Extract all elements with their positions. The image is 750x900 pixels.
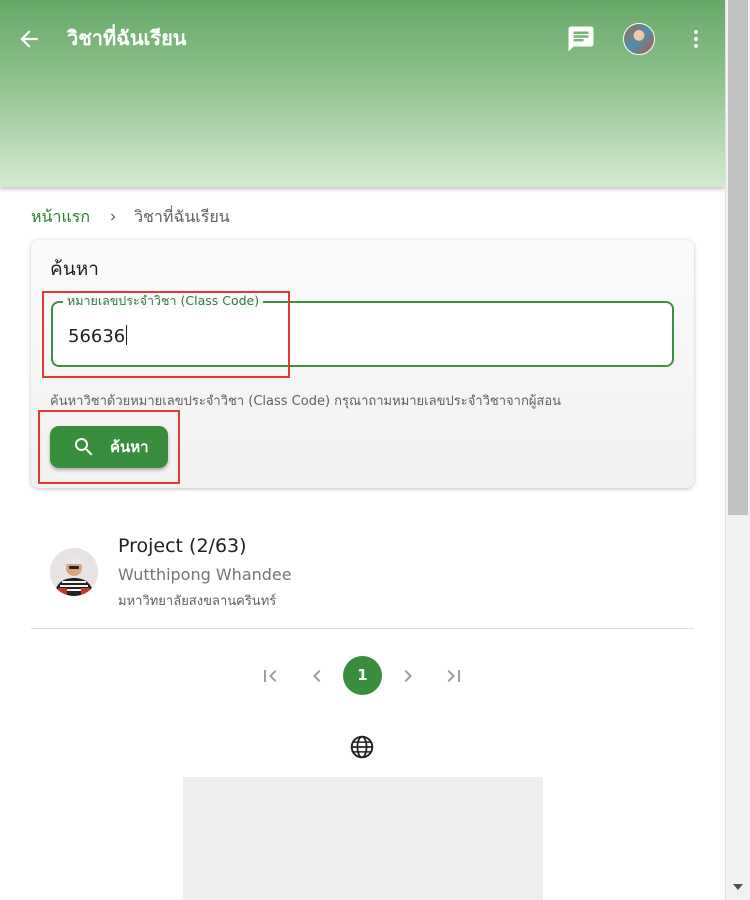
breadcrumb-current: วิชาที่ฉันเรียน bbox=[134, 207, 230, 226]
course-name: Project (2/63) bbox=[118, 535, 247, 557]
next-page-icon[interactable] bbox=[396, 664, 420, 688]
placeholder-box bbox=[183, 777, 543, 900]
breadcrumb: หน้าแรก วิชาที่ฉันเรียน bbox=[31, 206, 230, 228]
user-avatar[interactable] bbox=[623, 23, 655, 55]
search-card-title: ค้นหา bbox=[50, 258, 99, 280]
search-card: ค้นหา หมายเลขประจำวิชา (Class Code) 5663… bbox=[31, 240, 694, 488]
class-code-field[interactable]: หมายเลขประจำวิชา (Class Code) 56636 bbox=[51, 293, 674, 367]
scrollbar-thumb[interactable] bbox=[728, 0, 748, 515]
scrollbar[interactable] bbox=[725, 0, 750, 900]
search-icon bbox=[75, 438, 93, 456]
breadcrumb-home-link[interactable]: หน้าแรก bbox=[31, 206, 90, 228]
first-page-icon[interactable] bbox=[258, 664, 282, 688]
chat-icon[interactable] bbox=[566, 24, 596, 54]
globe-icon[interactable] bbox=[349, 734, 375, 760]
last-page-icon[interactable] bbox=[442, 664, 466, 688]
text-cursor bbox=[126, 325, 128, 345]
class-code-value: 56636 bbox=[68, 326, 126, 347]
previous-page-icon[interactable] bbox=[305, 664, 329, 688]
app-bar: วิชาที่ฉันเรียน bbox=[0, 0, 725, 187]
search-hint: ค้นหาวิชาด้วยหมายเลขประจำวิชา (Class Cod… bbox=[50, 394, 562, 409]
scroll-down-arrow-icon[interactable] bbox=[733, 884, 743, 890]
more-vert-icon[interactable] bbox=[684, 26, 708, 52]
course-organization: มหาวิทยาลัยสงขลานครินทร์ bbox=[118, 594, 277, 609]
page-title: วิชาที่ฉันเรียน bbox=[67, 26, 187, 50]
teacher-photo bbox=[50, 548, 98, 596]
page-button-current[interactable]: 1 bbox=[343, 656, 382, 695]
search-button[interactable]: ค้นหา bbox=[50, 426, 168, 468]
course-list-item[interactable]: Project (2/63) Wutthipong Whandee มหาวิท… bbox=[31, 528, 694, 629]
course-teacher: Wutthipong Whandee bbox=[118, 565, 292, 584]
class-code-field-label: หมายเลขประจำวิชา (Class Code) bbox=[63, 293, 264, 309]
pagination: 1 bbox=[0, 656, 725, 696]
class-code-input[interactable]: 56636 bbox=[68, 325, 128, 349]
chevron-right-icon bbox=[111, 213, 116, 221]
teacher-avatar bbox=[50, 548, 98, 596]
arrow-back-icon[interactable] bbox=[16, 26, 42, 52]
search-button-label: ค้นหา bbox=[110, 438, 149, 456]
